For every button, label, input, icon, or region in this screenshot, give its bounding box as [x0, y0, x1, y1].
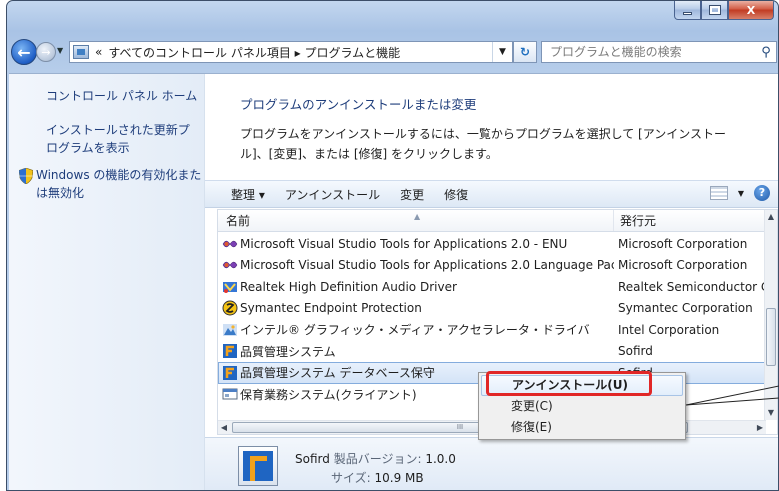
program-name: Microsoft Visual Studio Tools for Applic… [240, 258, 614, 273]
address-chevron[interactable]: « [95, 45, 102, 59]
vertical-scrollbar[interactable]: ▲ ▼ [764, 210, 777, 420]
uninstall-button[interactable]: アンインストール [275, 186, 390, 203]
scroll-up-icon[interactable]: ▲ [765, 210, 777, 224]
page-title: プログラムのアンインストールまたは変更 [240, 97, 477, 112]
view-dropdown-icon[interactable]: ▼ [738, 189, 744, 198]
maximize-icon [708, 5, 721, 15]
details-publisher: Sofird [295, 452, 330, 466]
column-header-publisher-label: 発行元 [620, 214, 657, 228]
program-name: Symantec Endpoint Protection [240, 301, 422, 316]
scroll-down-icon[interactable]: ▼ [765, 406, 777, 420]
sort-ascending-icon: ▲ [414, 212, 421, 221]
context-menu: アンインストール(U) 変更(C) 修復(E) [478, 372, 686, 440]
column-header-name[interactable]: ▲ 名前 [218, 210, 614, 231]
close-icon: X [746, 3, 756, 17]
history-dropdown-icon[interactable]: ▼ [57, 46, 66, 58]
context-change-item[interactable]: 変更(C) [481, 396, 683, 417]
program-publisher: Microsoft Corporation [618, 258, 748, 273]
close-button[interactable]: X [728, 1, 774, 20]
details-pane: Sofird 製品バージョン: 1.0.0 サイズ: 10.9 MB [205, 437, 778, 490]
column-header-publisher[interactable]: 発行元 [614, 210, 766, 231]
app-window-icon [222, 388, 238, 400]
table-row[interactable]: Microsoft Visual Studio Tools for Applic… [218, 255, 766, 277]
symantec-icon [222, 300, 238, 316]
minimize-icon [683, 11, 692, 15]
program-name: インテル® グラフィック・メディア・アクセラレータ・ドライバ [240, 323, 590, 338]
forward-arrow-icon: → [41, 45, 51, 59]
program-name: 保育業務システム(クライアント) [240, 387, 417, 402]
details-publisher-line: Sofird 製品バージョン: 1.0.0 [295, 450, 456, 467]
control-panel-home-link[interactable]: コントロール パネル ホーム [46, 87, 201, 105]
column-header-name-label: 名前 [226, 214, 251, 228]
vs-icon [222, 240, 238, 247]
search-box[interactable]: ⚲ [541, 41, 777, 63]
intel-icon [223, 323, 237, 336]
program-name: Realtek High Definition Audio Driver [240, 279, 457, 294]
change-view-icon[interactable] [709, 186, 728, 200]
program-publisher: Symantec Corporation [618, 301, 753, 316]
back-arrow-icon: ← [17, 42, 31, 62]
repair-button[interactable]: 修復 [434, 186, 478, 203]
table-row[interactable]: Realtek High Definition Audio Driver Rea… [218, 276, 766, 298]
organize-button[interactable]: 整理 ▾ [205, 186, 275, 203]
sofird-large-icon [238, 446, 278, 486]
vs-icon [222, 262, 238, 269]
caption-buttons: X [674, 1, 774, 21]
table-row[interactable]: 品質管理システム Sofird [218, 341, 766, 363]
address-dropdown-icon[interactable]: ▼ [492, 42, 512, 62]
program-publisher: Sofird [618, 344, 653, 359]
program-publisher: Realtek Semiconductor C [618, 279, 766, 294]
search-input[interactable] [542, 43, 756, 61]
maximize-button[interactable] [701, 1, 728, 20]
table-row[interactable]: Symantec Endpoint Protection Symantec Co… [218, 298, 766, 320]
back-button[interactable]: ← [11, 39, 37, 65]
address-path[interactable]: すべてのコントロール パネル項目 ▸ プログラムと機能 [108, 44, 400, 61]
forward-button[interactable]: → [36, 42, 56, 62]
details-size: 10.9 MB [374, 471, 424, 485]
command-bar: 整理 ▾ アンインストール 変更 修復 ▼ ? [205, 180, 778, 208]
sofird-icon [223, 365, 237, 380]
program-name: 品質管理システム [240, 344, 336, 359]
program-publisher: Microsoft Corporation [618, 236, 748, 251]
minimize-button[interactable] [674, 1, 701, 20]
sofird-icon [223, 344, 237, 359]
context-uninstall-item[interactable]: アンインストール(U) [481, 375, 683, 396]
change-button[interactable]: 変更 [390, 186, 434, 203]
refresh-icon: ↻ [519, 45, 531, 59]
help-icon[interactable]: ? [754, 185, 770, 201]
table-row[interactable]: インテル® グラフィック・メディア・アクセラレータ・ドライバ Intel Cor… [218, 319, 766, 341]
realtek-icon [223, 281, 237, 293]
details-version: 1.0.0 [425, 452, 456, 466]
windows-features-link[interactable]: Windows の機能の有効化または無効化 [36, 166, 204, 202]
search-icon[interactable]: ⚲ [756, 45, 776, 60]
program-name: Microsoft Visual Studio Tools for Applic… [240, 236, 568, 251]
table-row[interactable]: Microsoft Visual Studio Tools for Applic… [218, 233, 766, 255]
program-name: 品質管理システム データベース保守 [240, 366, 435, 381]
refresh-button[interactable]: ↻ [513, 41, 537, 63]
address-bar[interactable]: « すべてのコントロール パネル項目 ▸ プログラムと機能 ▼ [69, 41, 513, 63]
vertical-scroll-thumb[interactable] [766, 308, 776, 366]
program-publisher: Intel Corporation [618, 322, 720, 337]
details-size-label: サイズ: [331, 471, 371, 485]
view-installed-updates-link[interactable]: インストールされた更新プログラムを表示 [46, 121, 201, 157]
list-header: ▲ 名前 発行元 [218, 210, 766, 232]
navigation-bar: ← → ▼ « すべてのコントロール パネル項目 ▸ プログラムと機能 ▼ ↻ … [7, 37, 778, 67]
scroll-left-icon[interactable]: ◀ [218, 421, 230, 434]
details-version-label: 製品バージョン: [333, 452, 422, 466]
context-repair-item[interactable]: 修復(E) [481, 417, 683, 438]
page-description: プログラムをアンインストールするには、一覧からプログラムを選択して [アンインス… [240, 127, 726, 161]
task-pane: コントロール パネル ホーム インストールされた更新プログラムを表示 Windo… [9, 74, 205, 490]
control-panel-icon [73, 45, 89, 59]
scroll-right-icon[interactable]: ▶ [754, 421, 766, 434]
details-size-line: サイズ: 10.9 MB [331, 469, 424, 486]
uac-shield-icon [19, 168, 33, 184]
